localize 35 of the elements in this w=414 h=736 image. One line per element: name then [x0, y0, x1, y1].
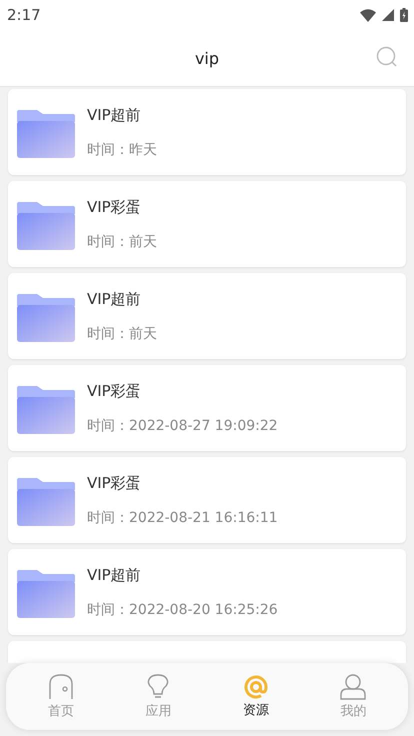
page-title: vip	[194, 48, 220, 68]
person-icon	[340, 674, 366, 700]
item-time: 时间：昨天	[87, 140, 157, 158]
item-title: VIP彩蛋	[87, 474, 142, 492]
door-icon	[48, 674, 73, 700]
item-time: 时间：2022-08-21 16:16:11	[87, 508, 278, 526]
nav-tab[interactable]: 资源	[220, 674, 291, 718]
resource-card[interactable]: VIP超前 时间：昨天	[8, 89, 406, 175]
folder-icon	[17, 386, 75, 434]
resource-card[interactable]: VIP彩蛋 时间：前天	[8, 181, 406, 267]
resource-card[interactable]: VIP超前 时间：前天	[8, 273, 406, 359]
item-time: 时间：前天	[87, 324, 157, 342]
signal-icon	[382, 9, 394, 21]
status-time: 2:17	[7, 6, 41, 24]
resource-card[interactable]: VIP超前 时间：2022-08-20 16:25:26	[8, 549, 406, 635]
resource-card[interactable]: VIP彩蛋 时间：2022-08-21 16:16:11	[8, 457, 406, 543]
item-title: VIP彩蛋	[87, 382, 142, 400]
folder-icon	[17, 294, 75, 342]
at-sign-icon	[244, 674, 268, 698]
item-time: 时间：2022-08-27 19:09:22	[87, 416, 278, 434]
item-time: 时间：前天	[87, 232, 157, 250]
item-title: VIP超前	[87, 290, 142, 308]
battery-icon	[400, 8, 408, 22]
folder-icon	[17, 202, 75, 250]
wifi-icon	[360, 8, 376, 22]
folder-icon	[17, 110, 75, 158]
search-icon[interactable]	[376, 46, 398, 68]
folder-icon	[17, 478, 75, 526]
item-time: 时间：2022-08-20 16:25:26	[87, 600, 278, 618]
resource-card[interactable]: VIP彩蛋 时间：2022-08-27 19:09:22	[8, 365, 406, 451]
item-title: VIP超前	[87, 106, 142, 124]
lightbulb-icon	[147, 674, 170, 700]
folder-icon	[17, 570, 75, 618]
item-title: VIP超前	[87, 566, 142, 584]
item-title: VIP彩蛋	[87, 198, 142, 216]
